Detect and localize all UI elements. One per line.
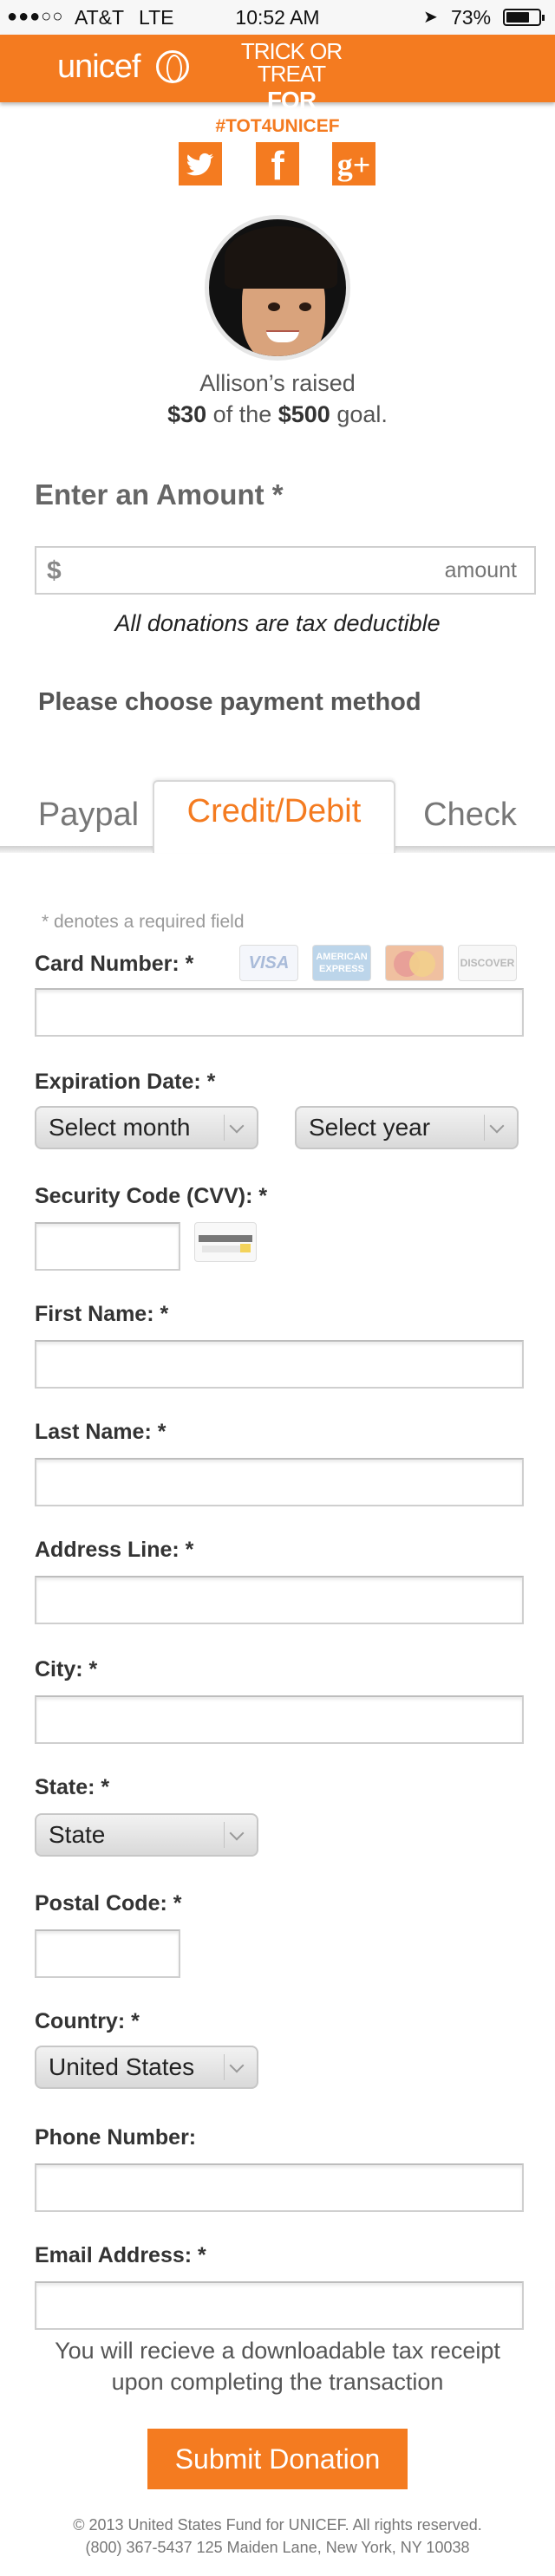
googleplus-share-button[interactable]: g+ xyxy=(332,142,375,185)
tab-credit-debit[interactable]: Credit/Debit xyxy=(153,780,395,853)
first-name-label: First Name: * xyxy=(35,1302,169,1326)
last-name-label: Last Name: * xyxy=(35,1420,166,1444)
first-name-input[interactable] xyxy=(35,1340,524,1389)
amex-line2: EXPRESS xyxy=(319,964,364,974)
city-label: City: * xyxy=(35,1657,98,1682)
battery-icon xyxy=(503,9,545,26)
last-name-input[interactable] xyxy=(35,1458,524,1506)
payment-method-heading: Please choose payment method xyxy=(38,688,421,716)
footer: © 2013 United States Fund for UNICEF. Al… xyxy=(0,2514,555,2559)
email-address-label: Email Address: * xyxy=(35,2243,206,2267)
amex-line1: AMERICAN xyxy=(316,952,368,962)
email-address-input[interactable] xyxy=(35,2281,524,2330)
status-bar: ●●●○○ AT&T LTE 10:52 AM ➤ 73% xyxy=(0,0,555,35)
battery-fill xyxy=(506,12,530,23)
expiration-month-value: Select month xyxy=(49,1114,191,1141)
avatar-hair xyxy=(225,226,337,289)
required-field-note: * denotes a required field xyxy=(42,912,245,932)
phone-number-label: Phone Number: xyxy=(35,2125,197,2150)
facebook-share-button[interactable]: f xyxy=(256,142,299,188)
phone-number-input[interactable] xyxy=(35,2163,524,2212)
amount-input[interactable] xyxy=(101,548,534,593)
fundraiser-progress: Allison’s raised $30 of the $500 goal. xyxy=(0,368,555,430)
chevron-down-icon xyxy=(224,2054,250,2080)
discover-card-icon: DISCOVER xyxy=(458,945,517,981)
postal-code-label: Postal Code: * xyxy=(35,1891,182,1916)
footer-contact: (800) 367-5437 125 Maiden Lane, New York… xyxy=(85,2539,470,2556)
goal-amount: $500 xyxy=(278,401,330,427)
cvv-label: Security Code (CVV): * xyxy=(35,1184,268,1208)
address-line-label: Address Line: * xyxy=(35,1538,194,1562)
expiration-year-value: Select year xyxy=(309,1114,431,1141)
country-label: Country: * xyxy=(35,2009,140,2033)
hashtag: #TOT4UNICEF xyxy=(215,116,340,136)
chevron-down-icon xyxy=(224,1115,250,1141)
battery-percent: 73% xyxy=(451,6,492,29)
receipt-note-line2: upon completing the transaction xyxy=(111,2369,444,2395)
twitter-share-button[interactable] xyxy=(179,142,222,185)
chevron-down-icon xyxy=(484,1115,510,1141)
twitter-icon xyxy=(186,153,214,176)
unicef-logo[interactable]: unicef xyxy=(57,49,140,86)
tab-paypal[interactable]: Paypal xyxy=(19,785,158,848)
country-value: United States xyxy=(49,2053,195,2080)
of-the-text: of the xyxy=(212,401,272,427)
raised-line: Allison’s raised xyxy=(199,370,356,396)
dollar-sign: $ xyxy=(47,556,62,585)
state-label: State: * xyxy=(35,1775,110,1799)
country-select[interactable]: United States xyxy=(35,2046,258,2089)
chevron-down-icon xyxy=(224,1822,250,1848)
header-bar: unicef TRICK OR TREAT FOR UNICEF xyxy=(0,35,555,137)
unicef-globe-icon xyxy=(156,50,189,83)
receipt-note-line1: You will recieve a downloadable tax rece… xyxy=(55,2338,500,2364)
expiration-date-label: Expiration Date: * xyxy=(35,1070,216,1094)
cvv-input[interactable] xyxy=(35,1222,180,1271)
footer-copyright: © 2013 United States Fund for UNICEF. Al… xyxy=(73,2516,482,2534)
mastercard-card-icon xyxy=(385,945,444,981)
expiration-month-select[interactable]: Select month xyxy=(35,1106,258,1149)
expiration-year-select[interactable]: Select year xyxy=(295,1106,519,1149)
goal-line: $30 of the $500 goal. xyxy=(0,399,555,430)
fundraiser-avatar xyxy=(205,215,350,361)
visa-card-icon: VISA xyxy=(239,945,298,981)
state-value: State xyxy=(49,1821,106,1848)
avatar-eye xyxy=(299,302,311,311)
amex-card-icon: AMERICAN EXPRESS xyxy=(312,945,371,981)
card-number-label: Card Number: * xyxy=(35,952,194,976)
location-arrow-icon: ➤ xyxy=(423,8,438,27)
tab-check[interactable]: Check xyxy=(401,785,539,848)
amount-raised: $30 xyxy=(167,401,207,427)
address-line-input[interactable] xyxy=(35,1576,524,1624)
postal-code-input[interactable] xyxy=(35,1929,180,1978)
city-input[interactable] xyxy=(35,1695,524,1744)
state-select[interactable]: State xyxy=(35,1813,258,1857)
tax-deductible-note: All donations are tax deductible xyxy=(114,610,441,636)
amount-heading: Enter an Amount * xyxy=(35,478,284,511)
submit-donation-button[interactable]: Submit Donation xyxy=(147,2429,408,2489)
amount-field[interactable]: $ xyxy=(35,546,536,595)
campaign-line1: TRICK OR TREAT xyxy=(240,38,343,87)
avatar-eye xyxy=(268,302,280,311)
payment-tabs: Paypal Credit/Debit Check xyxy=(0,777,555,853)
card-number-input[interactable] xyxy=(35,988,524,1037)
cvv-card-back-icon xyxy=(194,1222,257,1262)
tax-receipt-note: You will recieve a downloadable tax rece… xyxy=(0,2335,555,2397)
goal-suffix: goal. xyxy=(336,401,388,427)
